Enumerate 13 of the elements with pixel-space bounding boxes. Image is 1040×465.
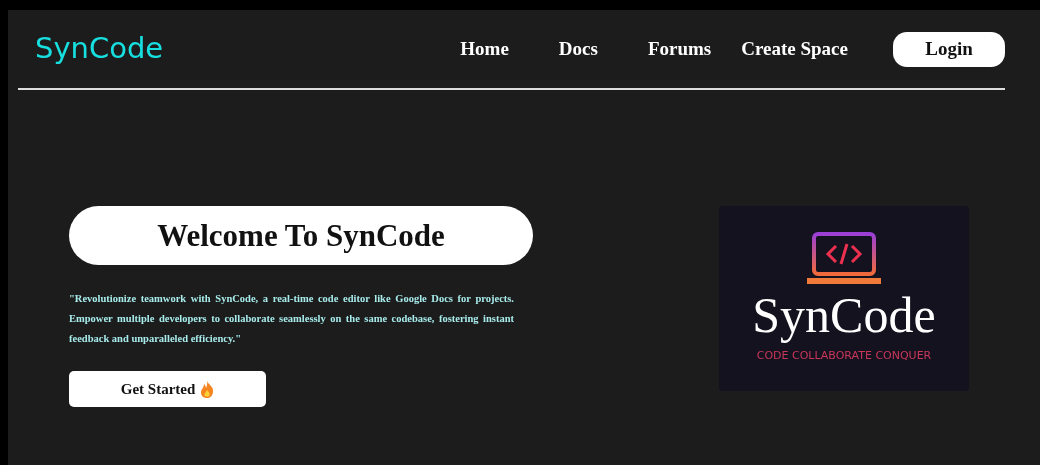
nav-link[interactable]: Docs <box>558 34 598 64</box>
get-started-button[interactable]: Get Started <box>69 371 266 407</box>
nav-link[interactable]: Home <box>460 34 509 64</box>
login-button[interactable]: Login <box>893 31 1005 67</box>
brand-logo[interactable]: SynCode <box>35 27 164 71</box>
hero-title: Welcome To SynCode <box>69 206 533 265</box>
fire-icon <box>200 380 215 398</box>
nav-link[interactable]: Create Space <box>741 34 848 64</box>
logo-title: SynCode <box>752 290 936 341</box>
logo-tagline: CODE COLLABORATE CONQUER <box>756 348 932 365</box>
nav-link[interactable]: Forums <box>647 34 712 64</box>
hero-description: "Revolutionize teamwork with SynCode, a real-time code editor like Google Docs for projects. Empower multiple developers to collaborate seamlessly on the same codebase, fostering instant feedback and unparalleled efficiency." <box>69 292 514 346</box>
laptop-code-icon <box>804 232 884 287</box>
